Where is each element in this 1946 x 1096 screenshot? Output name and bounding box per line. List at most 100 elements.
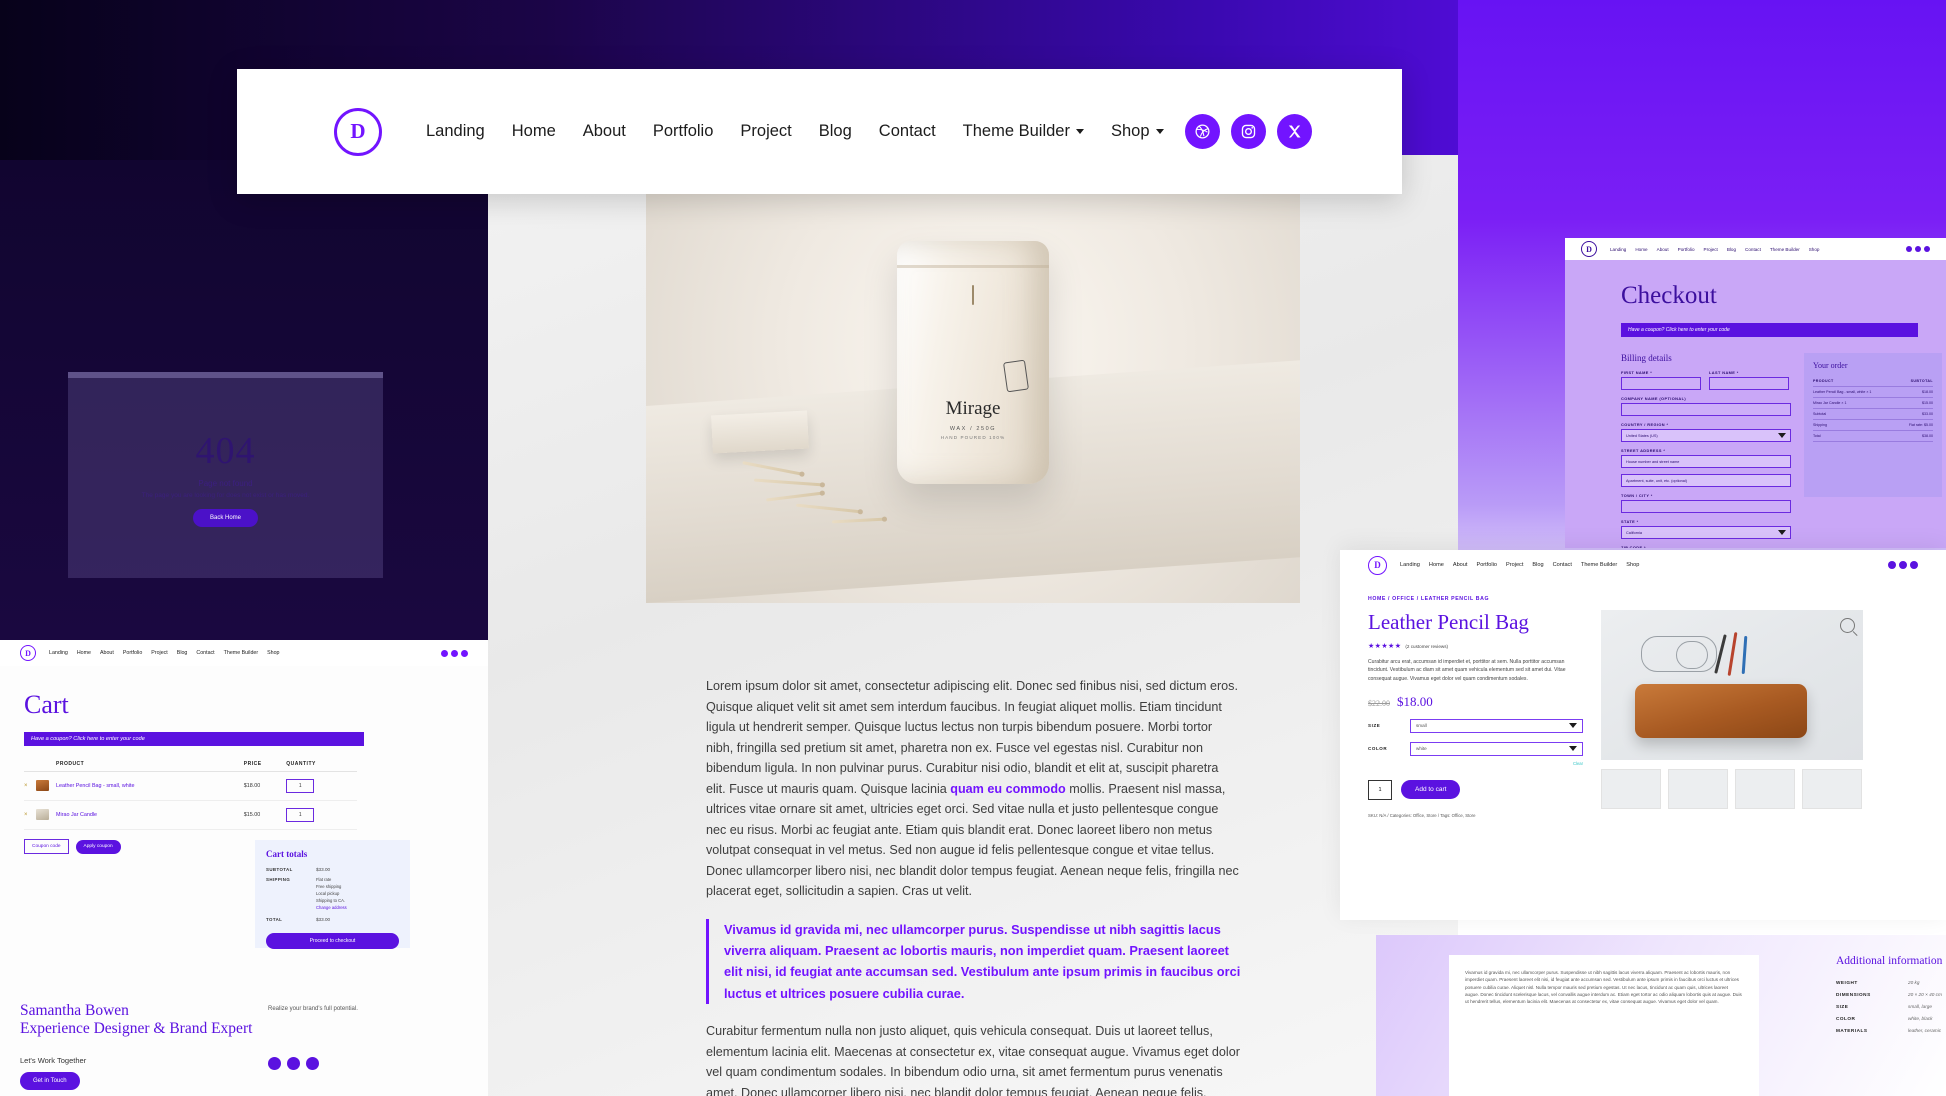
- additional-info-body-card: Vivamus id gravida mi, nec ullamcorper p…: [1449, 955, 1759, 1096]
- street-field-2[interactable]: Apartment, suite, unit, etc. (optional): [1621, 474, 1791, 487]
- clear-options-link[interactable]: Clear: [1368, 761, 1583, 766]
- city-field[interactable]: [1621, 500, 1791, 513]
- nav-item[interactable]: About: [100, 650, 114, 656]
- nav-item[interactable]: Blog: [1532, 562, 1543, 568]
- get-in-touch-button[interactable]: Get in Touch: [20, 1071, 80, 1090]
- nav-item[interactable]: Project: [151, 650, 168, 656]
- divi-logo-icon[interactable]: D: [1581, 241, 1597, 257]
- thumbnail-3[interactable]: [1735, 769, 1795, 809]
- product-name[interactable]: Leather Pencil Bag - small, white: [56, 771, 244, 801]
- nav-item[interactable]: Landing: [49, 650, 68, 656]
- screenshot-stage: Mirage WAX / 250G HAND POURED 100% D Lan…: [0, 0, 1946, 1096]
- order-row: Mirao Jar Candle × 1 $15.00: [1813, 398, 1933, 409]
- coupon-notice[interactable]: Have a coupon? Click here to enter your …: [24, 732, 364, 746]
- product-name[interactable]: Mirao Jar Candle: [56, 800, 244, 830]
- nav-item[interactable]: Theme Builder: [1581, 562, 1617, 568]
- back-home-button[interactable]: Back Home: [192, 509, 258, 527]
- company-field[interactable]: [1621, 403, 1791, 416]
- nav-item-contact[interactable]: Contact: [879, 122, 936, 141]
- additional-info-title: Additional information: [1836, 955, 1943, 967]
- nav-item[interactable]: Project: [1704, 247, 1718, 252]
- facebook-icon[interactable]: [268, 1057, 281, 1070]
- nav-item[interactable]: Shop: [1809, 247, 1820, 252]
- nav-item-home[interactable]: Home: [512, 122, 556, 141]
- apply-coupon-button[interactable]: Apply coupon: [75, 839, 121, 854]
- divi-logo-icon[interactable]: D: [334, 107, 382, 156]
- checkout-coupon-notice[interactable]: Have a coupon? Click here to enter your …: [1621, 323, 1918, 337]
- nav-item[interactable]: Landing: [1400, 562, 1420, 568]
- x-twitter-icon[interactable]: [461, 649, 468, 657]
- coupon-code-input[interactable]: Coupon code: [24, 839, 69, 854]
- nav-item[interactable]: Theme Builder: [1770, 247, 1800, 252]
- nav-item[interactable]: Theme Builder: [224, 650, 258, 656]
- zoom-icon[interactable]: [1840, 618, 1855, 633]
- size-select[interactable]: small: [1410, 718, 1583, 733]
- nav-item[interactable]: About: [1453, 562, 1468, 568]
- nav-item[interactable]: Home: [1635, 247, 1647, 252]
- error-404-card: 404 Page not found The page you are look…: [68, 372, 383, 578]
- nav-item[interactable]: Blog: [1727, 247, 1736, 252]
- quantity-stepper[interactable]: 1: [286, 808, 315, 822]
- shipping-option[interactable]: Local pickup: [316, 891, 347, 896]
- state-select[interactable]: California: [1621, 526, 1791, 539]
- remove-item-icon[interactable]: ×: [24, 771, 36, 801]
- shipping-option[interactable]: Flat rate: [316, 877, 347, 882]
- nav-item[interactable]: Home: [77, 650, 91, 656]
- nav-item-portfolio[interactable]: Portfolio: [653, 122, 714, 141]
- instagram-icon[interactable]: [1915, 246, 1921, 252]
- dribbble-icon[interactable]: [1906, 246, 1912, 252]
- quantity-stepper[interactable]: 1: [286, 779, 315, 793]
- nav-item[interactable]: Portfolio: [1678, 247, 1695, 252]
- instagram-icon[interactable]: [451, 649, 458, 657]
- divi-logo-icon[interactable]: D: [20, 645, 36, 661]
- x-twitter-icon[interactable]: [1277, 114, 1312, 149]
- nav-item[interactable]: Contact: [196, 650, 214, 656]
- dribbble-icon[interactable]: [1185, 114, 1220, 149]
- nav-item-blog[interactable]: Blog: [819, 122, 852, 141]
- last-name-field[interactable]: [1709, 377, 1789, 390]
- state-value: California: [1626, 530, 1643, 535]
- nav-item[interactable]: Portfolio: [1476, 562, 1497, 568]
- product-main-image[interactable]: SALE!: [1601, 610, 1863, 760]
- color-select[interactable]: white: [1410, 741, 1583, 756]
- instagram-icon[interactable]: [1231, 114, 1266, 149]
- change-address-link[interactable]: Change address: [316, 905, 347, 910]
- nav-item[interactable]: Home: [1429, 562, 1444, 568]
- nav-item-project[interactable]: Project: [740, 122, 791, 141]
- x-twitter-icon[interactable]: [1910, 561, 1918, 569]
- dribbble-icon[interactable]: [1888, 561, 1896, 569]
- instagram-icon[interactable]: [306, 1057, 319, 1070]
- nav-item[interactable]: Portfolio: [123, 650, 142, 656]
- nav-item-theme-builder[interactable]: Theme Builder: [963, 122, 1084, 141]
- dribbble-icon[interactable]: [441, 649, 448, 657]
- article-inline-link[interactable]: quam eu commodo: [950, 782, 1065, 796]
- remove-item-icon[interactable]: ×: [24, 800, 36, 830]
- main-header: D Landing Home About Portfolio Project B…: [237, 69, 1402, 194]
- first-name-field[interactable]: [1621, 377, 1701, 390]
- nav-item[interactable]: Project: [1506, 562, 1523, 568]
- nav-item[interactable]: Contact: [1745, 247, 1761, 252]
- review-count[interactable]: (2 customer reviews): [1405, 644, 1448, 649]
- nav-item-landing[interactable]: Landing: [426, 122, 485, 141]
- nav-item[interactable]: Contact: [1553, 562, 1572, 568]
- divi-logo-icon[interactable]: D: [1368, 555, 1387, 575]
- nav-item[interactable]: Shop: [1626, 562, 1639, 568]
- add-to-cart-button[interactable]: Add to cart: [1401, 780, 1461, 800]
- shipping-option[interactable]: Free shipping: [316, 884, 347, 889]
- street-field[interactable]: House number and street name: [1621, 455, 1791, 468]
- nav-item-shop[interactable]: Shop: [1111, 122, 1164, 141]
- x-twitter-icon[interactable]: [1924, 246, 1930, 252]
- nav-item[interactable]: About: [1657, 247, 1669, 252]
- nav-item[interactable]: Shop: [267, 650, 279, 656]
- country-select[interactable]: United States (US): [1621, 429, 1791, 442]
- instagram-icon[interactable]: [1899, 561, 1907, 569]
- proceed-to-checkout-button[interactable]: Proceed to checkout: [266, 933, 399, 949]
- nav-item[interactable]: Blog: [177, 650, 188, 656]
- x-twitter-icon[interactable]: [287, 1057, 300, 1070]
- quantity-input[interactable]: 1: [1368, 779, 1392, 800]
- thumbnail-1[interactable]: [1601, 769, 1661, 809]
- thumbnail-4[interactable]: [1802, 769, 1862, 809]
- nav-item-about[interactable]: About: [583, 122, 626, 141]
- nav-item[interactable]: Landing: [1610, 247, 1626, 252]
- thumbnail-2[interactable]: [1668, 769, 1728, 809]
